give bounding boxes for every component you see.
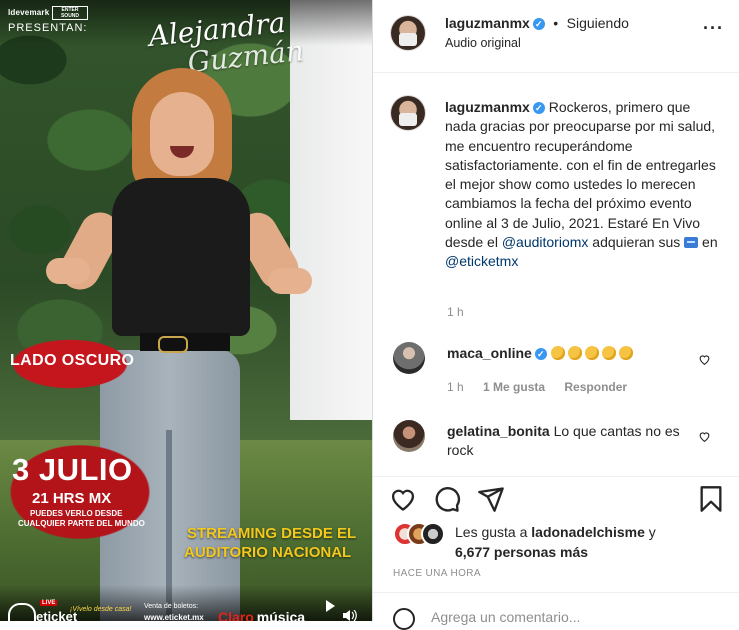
figure-left-hand (46, 258, 90, 284)
figure-right-hand (268, 268, 312, 294)
volume-icon[interactable] (343, 610, 357, 621)
reply-button[interactable]: Responder (564, 380, 627, 394)
claro-suffix: música (256, 609, 306, 621)
likes-row: Les gusta a ladonadelchisme y 6,677 pers… (373, 515, 739, 561)
ticket-emoji (684, 237, 699, 249)
figure-face (150, 92, 214, 176)
more-options-icon[interactable]: ··· (703, 18, 724, 39)
bookmark-icon[interactable] (697, 485, 725, 513)
emoji-icon[interactable] (393, 608, 415, 630)
claro-word: Claro (218, 609, 254, 621)
promo-lado-oscuro: LADO OSCURO (10, 352, 135, 369)
post-video[interactable]: Idevemark ENTER SOUND PRESENTAN: Alejand… (0, 0, 372, 621)
likes-summary: Les gusta a ladonadelchisme y 6,677 pers… (455, 523, 656, 562)
promo-streaming-line1: STREAMING DESDE EL (187, 525, 357, 542)
promo-time: 21 HRS MX (32, 490, 112, 507)
commenter-username[interactable]: gelatina_bonita (447, 423, 550, 439)
post-side-panel: laguzmanmx ✓ • Siguiendo Audio original ·… (372, 0, 739, 630)
venta-url: www.eticket.mx (144, 613, 204, 621)
post-header: laguzmanmx ✓ • Siguiendo Audio original ·… (373, 0, 739, 73)
caption-text-1: Rockeros, primero que nada gracias por p… (445, 99, 716, 251)
belt-buckle (158, 336, 188, 353)
claro-musica-logo: Claro música (218, 609, 305, 621)
caption-text-2: adquieran sus (592, 234, 681, 251)
separator-dot: • (553, 15, 559, 31)
live-arc-icon (8, 603, 36, 621)
likes-count[interactable]: 6,677 personas más (455, 544, 588, 560)
presentan-label: PRESENTAN: (8, 22, 88, 34)
commenter-avatar[interactable] (393, 342, 425, 374)
promo-puedes-line2: CUALQUIER PARTE DEL MUNDO (18, 519, 145, 528)
figure-black-top (112, 178, 250, 336)
post-caption: laguzmanmx ✓ Rockeros, primero que nada g… (445, 98, 725, 272)
comment-meta: 1 h 1 Me gusta Responder (447, 380, 643, 394)
comment-text: maca_online ✓ (447, 344, 697, 363)
commenter-avatar[interactable] (393, 420, 425, 452)
audio-label[interactable]: Audio original (445, 36, 521, 50)
likes-user[interactable]: ladonadelchisme (531, 524, 645, 540)
caption-timestamp[interactable]: 1 h (447, 305, 464, 319)
comment-heart-icon[interactable] (698, 430, 711, 443)
author-avatar[interactable] (391, 16, 425, 50)
mention-eticketmx[interactable]: @eticketmx (445, 253, 518, 269)
play-icon[interactable] (326, 600, 335, 612)
author-username[interactable]: laguzmanmx (445, 15, 530, 31)
venta-label: Venta de boletos: (144, 603, 199, 610)
verified-badge-icon: ✓ (534, 348, 547, 360)
verified-badge-icon: ✓ (532, 18, 545, 30)
clapping-hands-emoji (550, 345, 636, 361)
header-name-row: laguzmanmx ✓ • Siguiendo (445, 15, 629, 33)
sponsor-logo-entersound: ENTER SOUND (52, 6, 88, 20)
promo-puedes-line1: PUEDES VERLO DESDE (30, 509, 123, 518)
following-button[interactable]: Siguiendo (567, 15, 629, 31)
comment-time[interactable]: 1 h (447, 380, 464, 394)
caption-username[interactable]: laguzmanmx (445, 99, 530, 115)
comment-bubble-icon[interactable] (433, 485, 461, 513)
promo-streaming-line2: AUDITORIO NACIONAL (184, 544, 352, 561)
likers-avatar-stack[interactable] (393, 522, 445, 546)
likes-suffix: y (648, 524, 656, 540)
promo-date: 3 JULIO (12, 452, 133, 487)
liker-avatar (421, 522, 445, 546)
comment-likes[interactable]: 1 Me gusta (483, 380, 545, 394)
add-comment-row: Agrega un comentario... (373, 592, 739, 630)
paper-plane-icon[interactable] (477, 485, 505, 513)
instagram-post-view: Idevemark ENTER SOUND PRESENTAN: Alejand… (0, 0, 739, 630)
heart-icon[interactable] (389, 485, 417, 513)
live-tag: LIVE (40, 600, 58, 606)
mention-auditoriomx[interactable]: @auditoriomx (502, 234, 589, 250)
sponsor-logo-idevemark: Idevemark (8, 8, 50, 17)
caption-avatar[interactable] (391, 96, 425, 130)
verified-badge-icon: ✓ (532, 102, 545, 114)
caption-text-3: en (702, 234, 718, 251)
comment-heart-icon[interactable] (698, 353, 711, 366)
likes-prefix: Les gusta a (455, 524, 528, 540)
post-time-ago[interactable]: HACE UNA HORA (393, 568, 481, 579)
add-comment-input[interactable]: Agrega un comentario... (431, 609, 580, 625)
commenter-username[interactable]: maca_online (447, 345, 532, 361)
promo-vivelo: ¡Vívelo desde casa! (70, 606, 132, 613)
comment-text: gelatina_bonita Lo que cantas no es rock (447, 422, 697, 461)
